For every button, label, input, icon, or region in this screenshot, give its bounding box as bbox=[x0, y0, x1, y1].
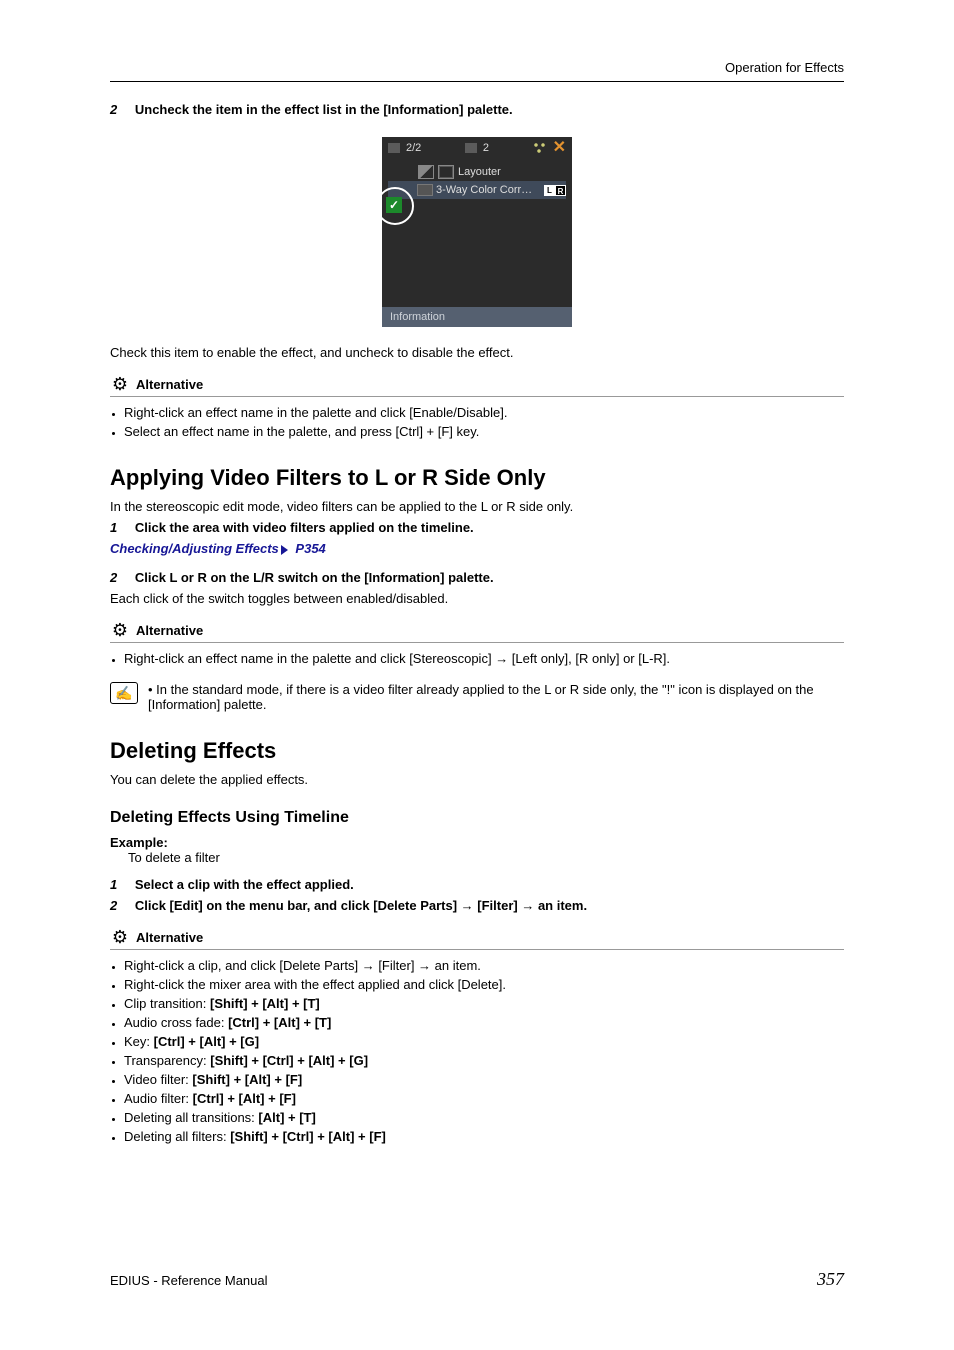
arrow-right-icon: → bbox=[495, 651, 508, 666]
list-item: Right-click an effect name in the palett… bbox=[124, 405, 844, 420]
note-icon: ✍ bbox=[110, 682, 138, 704]
alternative-label: Alternative bbox=[136, 623, 203, 638]
alternative-heading: ⚙ Alternative bbox=[110, 927, 844, 947]
palette-icon-2 bbox=[465, 143, 477, 153]
step-1-select-clip: 1 Select a clip with the effect applied. bbox=[110, 877, 844, 892]
palette-count-mid: 2 bbox=[483, 142, 489, 154]
alternative-label: Alternative bbox=[136, 377, 203, 392]
step-subtext: Each click of the switch toggles between… bbox=[110, 591, 844, 606]
palette-top-bar: 2/2 2 ✕ bbox=[382, 137, 572, 159]
footer-left: EDIUS - Reference Manual bbox=[110, 1273, 268, 1288]
effect-name: Layouter bbox=[458, 166, 566, 178]
step-text: Click L or R on the L/R switch on the [I… bbox=[135, 570, 494, 585]
step-number: 2 bbox=[110, 898, 117, 913]
gear-icon: ⚙ bbox=[110, 927, 130, 947]
list-item: Video filter: [Shift] + [Alt] + [F] bbox=[124, 1072, 844, 1087]
step-text: Click the area with video filters applie… bbox=[135, 520, 474, 535]
effect-icon bbox=[418, 185, 432, 195]
information-palette-figure: 2/2 2 ✕ Layouter bbox=[110, 137, 844, 327]
step-number: 2 bbox=[110, 570, 117, 585]
note-body: In the standard mode, if there is a vide… bbox=[148, 682, 844, 712]
page-content: Operation for Effects 2 Uncheck the item… bbox=[110, 60, 844, 1290]
effect-icon bbox=[438, 165, 454, 179]
list-item: Clip transition: [Shift] + [Alt] + [T] bbox=[124, 996, 844, 1011]
arrow-right-icon: → bbox=[418, 958, 431, 973]
step-2-click-lr: 2 Click L or R on the L/R switch on the … bbox=[110, 570, 844, 585]
arrow-right-icon: → bbox=[362, 958, 375, 973]
example-label: Example: bbox=[110, 835, 844, 850]
gear-icon: ⚙ bbox=[110, 620, 130, 640]
alternative-heading: ⚙ Alternative bbox=[110, 374, 844, 394]
section-intro: You can delete the applied effects. bbox=[110, 772, 844, 787]
arrow-right-icon: → bbox=[521, 898, 534, 913]
example-text: To delete a filter bbox=[128, 850, 844, 865]
section-heading-lr: Applying Video Filters to L or R Side On… bbox=[110, 465, 844, 491]
alternative-list: Right-click an effect name in the palett… bbox=[110, 405, 844, 439]
list-item: Key: [Ctrl] + [Alt] + [G] bbox=[124, 1034, 844, 1049]
effect-row-3way[interactable]: 3-Way Color Corr… L R bbox=[388, 181, 566, 199]
arrow-right-icon: → bbox=[461, 898, 474, 913]
list-item: Deleting all transitions: [Alt] + [T] bbox=[124, 1110, 844, 1125]
palette-count-left: 2/2 bbox=[406, 142, 421, 154]
section-intro: In the stereoscopic edit mode, video fil… bbox=[110, 499, 844, 514]
alternative-rule bbox=[110, 396, 844, 397]
section-heading-deleting: Deleting Effects bbox=[110, 738, 844, 764]
alternative-label: Alternative bbox=[136, 930, 203, 945]
alternative-rule bbox=[110, 642, 844, 643]
information-palette: 2/2 2 ✕ Layouter bbox=[382, 137, 572, 327]
step-number: 1 bbox=[110, 520, 117, 535]
palette-footer-label: Information bbox=[390, 311, 445, 323]
note-block: ✍ In the standard mode, if there is a vi… bbox=[110, 682, 844, 712]
list-item: Right-click an effect name in the palett… bbox=[124, 651, 844, 666]
list-item: Transparency: [Shift] + [Ctrl] + [Alt] +… bbox=[124, 1053, 844, 1068]
subsection-heading: Deleting Effects Using Timeline bbox=[110, 809, 844, 827]
settings-icon[interactable] bbox=[533, 142, 547, 154]
header-section-label: Operation for Effects bbox=[110, 60, 844, 75]
step-number: 2 bbox=[110, 102, 117, 117]
step-2-uncheck: 2 Uncheck the item in the effect list in… bbox=[110, 102, 844, 117]
step-text: Click [Edit] on the menu bar, and click … bbox=[135, 898, 587, 913]
header-rule bbox=[110, 81, 844, 82]
step-text: Select a clip with the effect applied. bbox=[135, 877, 354, 892]
gear-icon: ⚙ bbox=[110, 374, 130, 394]
effect-icon bbox=[418, 165, 434, 179]
effect-row-layouter[interactable]: Layouter bbox=[388, 163, 566, 181]
lr-r[interactable]: R bbox=[555, 185, 566, 196]
step-text: Uncheck the item in the effect list in t… bbox=[135, 102, 513, 117]
page-footer: EDIUS - Reference Manual 357 bbox=[110, 1269, 844, 1290]
alternative-list: Right-click an effect name in the palett… bbox=[110, 651, 844, 666]
effect-name: 3-Way Color Corr… bbox=[436, 184, 544, 196]
lr-switch[interactable]: L R bbox=[544, 185, 566, 196]
xref-link[interactable]: Checking/Adjusting Effects P354 bbox=[110, 541, 844, 556]
alternative-rule bbox=[110, 949, 844, 950]
list-item: Audio filter: [Ctrl] + [Alt] + [F] bbox=[124, 1091, 844, 1106]
list-item: Deleting all filters: [Shift] + [Ctrl] +… bbox=[124, 1129, 844, 1144]
palette-footer[interactable]: Information bbox=[382, 307, 572, 327]
lr-l[interactable]: L bbox=[544, 185, 555, 196]
alternative-list: Right-click a clip, and click [Delete Pa… bbox=[110, 958, 844, 1144]
close-icon[interactable]: ✕ bbox=[553, 142, 566, 154]
palette-icon bbox=[388, 143, 400, 153]
xref-text: Checking/Adjusting Effects bbox=[110, 541, 279, 556]
list-item: Audio cross fade: [Ctrl] + [Alt] + [T] bbox=[124, 1015, 844, 1030]
step-1-click-area: 1 Click the area with video filters appl… bbox=[110, 520, 844, 535]
after-panel-text: Check this item to enable the effect, an… bbox=[110, 345, 844, 360]
alternative-heading: ⚙ Alternative bbox=[110, 620, 844, 640]
list-item: Right-click a clip, and click [Delete Pa… bbox=[124, 958, 844, 973]
note-text: In the standard mode, if there is a vide… bbox=[148, 682, 814, 712]
arrow-icon bbox=[281, 545, 288, 555]
list-item: Select an effect name in the palette, an… bbox=[124, 424, 844, 439]
step-2-click-edit: 2 Click [Edit] on the menu bar, and clic… bbox=[110, 898, 844, 913]
page-number: 357 bbox=[817, 1269, 844, 1290]
palette-list: Layouter 3-Way Color Corr… L R bbox=[382, 159, 572, 203]
list-item: Right-click the mixer area with the effe… bbox=[124, 977, 844, 992]
xref-page: P354 bbox=[295, 541, 325, 556]
step-number: 1 bbox=[110, 877, 117, 892]
enable-checkbox[interactable] bbox=[386, 197, 402, 213]
